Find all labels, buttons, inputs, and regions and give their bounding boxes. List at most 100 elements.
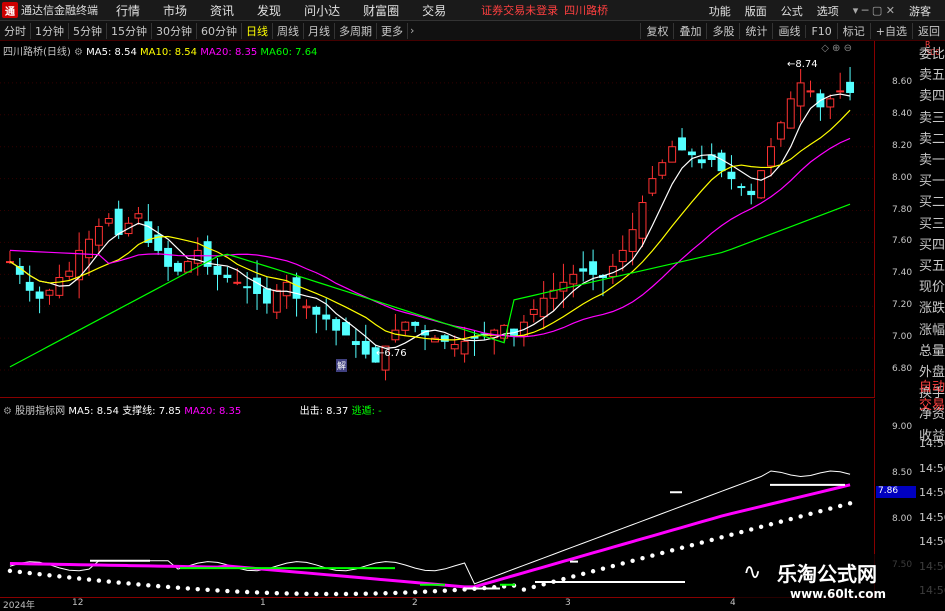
candle-body xyxy=(322,314,331,320)
mark-button[interactable]: 标记 xyxy=(836,23,870,39)
menu-gongneng[interactable]: 功能 xyxy=(709,3,731,19)
quote-label[interactable]: 外盘 xyxy=(919,365,945,380)
support-dot xyxy=(244,589,250,595)
watermark-logo-icon: ∿ xyxy=(743,559,762,585)
tick-time: 14:56 xyxy=(919,486,945,499)
quote-label[interactable]: 买一 xyxy=(919,174,945,189)
period-daily[interactable]: 日线 xyxy=(242,22,273,39)
candle-body xyxy=(164,247,173,267)
jie-marker[interactable]: 解 xyxy=(336,359,348,372)
candle-body xyxy=(579,268,588,272)
ma60-line xyxy=(9,203,851,368)
support-dot xyxy=(7,568,13,574)
multi-stock-button[interactable]: 多股 xyxy=(706,23,739,39)
overlay-button[interactable]: 叠加 xyxy=(673,23,706,39)
support-dot xyxy=(215,588,220,593)
menu-wenxiaoda[interactable]: 问小达 xyxy=(304,2,340,19)
support-dot xyxy=(76,576,82,581)
period-30min[interactable]: 30分钟 xyxy=(152,22,197,39)
support-dot xyxy=(719,535,724,540)
guest-label[interactable]: 游客 xyxy=(909,3,931,19)
low-price-marker: ←6.76 xyxy=(376,348,407,359)
support-dot xyxy=(630,558,635,564)
period-fenshi[interactable]: 分时 xyxy=(0,22,31,39)
quote-label[interactable]: 涨跌 xyxy=(919,301,945,316)
period-multi[interactable]: 多周期 xyxy=(335,22,377,39)
support-dot xyxy=(600,566,606,571)
candle-body xyxy=(262,288,271,304)
candle-body xyxy=(717,152,726,172)
support-dot xyxy=(699,540,705,545)
support-dot xyxy=(175,585,181,590)
quote-label[interactable]: 现价 xyxy=(919,280,945,295)
draw-line-button[interactable]: 画线 xyxy=(772,23,805,39)
menu-xuanxiang[interactable]: 选项 xyxy=(817,3,839,19)
candle-body xyxy=(134,213,143,219)
support-dot xyxy=(86,577,92,582)
period-15min[interactable]: 15分钟 xyxy=(107,22,152,39)
quote-label[interactable]: 自动 xyxy=(919,380,945,395)
period-monthly[interactable]: 月线 xyxy=(304,22,335,39)
f10-button[interactable]: F10 xyxy=(805,24,836,38)
menu-faxian[interactable]: 发现 xyxy=(257,2,281,19)
price-tick-label: 8.00 xyxy=(892,172,913,183)
quote-label[interactable]: 交易 xyxy=(919,398,945,413)
support-dot xyxy=(17,569,23,575)
date-label: 12 xyxy=(72,598,84,608)
tick-time: 14:56 xyxy=(919,510,945,524)
quote-label[interactable]: 卖一 xyxy=(919,153,945,168)
title-bar: 通 通达信金融终端 行情 市场 资讯 发现 问小达 财富圈 交易 证券交易未登录… xyxy=(0,0,945,21)
period-1min[interactable]: 1分钟 xyxy=(31,22,69,39)
support-dot xyxy=(778,519,784,524)
quote-label[interactable]: 卖二 xyxy=(919,132,945,147)
chevron-right-icon[interactable]: › xyxy=(410,24,414,37)
period-60min[interactable]: 60分钟 xyxy=(197,22,242,39)
support-dot xyxy=(798,514,803,519)
date-label: 1 xyxy=(260,598,266,608)
window-controls[interactable]: ▾ ─ ▢ ✕ xyxy=(853,4,895,17)
support-dot xyxy=(353,591,359,597)
quote-label[interactable]: 买二 xyxy=(919,195,945,210)
quote-label[interactable]: 卖五 xyxy=(919,68,945,83)
candle-body xyxy=(648,178,657,194)
menu-caifuquan[interactable]: 财富圈 xyxy=(363,2,399,19)
period-weekly[interactable]: 周线 xyxy=(273,22,304,39)
candle-body xyxy=(668,146,677,163)
menu-gongshi[interactable]: 公式 xyxy=(781,3,803,19)
support-dot xyxy=(531,584,536,590)
quote-label[interactable]: 总量 xyxy=(919,344,945,359)
stats-button[interactable]: 统计 xyxy=(739,23,772,39)
fuquan-button[interactable]: 复权 xyxy=(640,23,673,39)
candle-body xyxy=(243,286,252,289)
support-dot xyxy=(195,586,200,592)
menu-shichang[interactable]: 市场 xyxy=(163,2,187,19)
support-dot xyxy=(669,548,675,553)
add-watchlist-button[interactable]: +自选 xyxy=(869,23,912,39)
quote-label[interactable]: 买三 xyxy=(919,217,945,232)
quote-label[interactable]: 涨幅 xyxy=(919,323,945,338)
quote-label[interactable]: 买五 xyxy=(919,259,945,274)
price-tick-label: 7.40 xyxy=(892,268,913,279)
trade-login-warning[interactable]: 证券交易未登录 xyxy=(481,2,558,18)
menu-hangqing[interactable]: 行情 xyxy=(116,2,140,19)
period-more[interactable]: 更多 xyxy=(377,22,408,39)
menu-banmian[interactable]: 版面 xyxy=(745,3,767,19)
support-dot xyxy=(47,573,52,578)
menu-zixun[interactable]: 资讯 xyxy=(210,2,234,19)
support-dot xyxy=(116,580,121,585)
kline-chart[interactable] xyxy=(0,41,875,398)
quote-label[interactable]: 卖四 xyxy=(919,89,945,104)
support-dot xyxy=(225,588,230,594)
period-5min[interactable]: 5分钟 xyxy=(69,22,107,39)
support-dot xyxy=(808,511,813,516)
quote-label[interactable]: 委比 xyxy=(919,47,945,62)
quote-label[interactable]: 买四 xyxy=(919,238,945,253)
menu-jiaoyi[interactable]: 交易 xyxy=(422,2,446,19)
candle-body xyxy=(539,297,548,318)
back-button[interactable]: 返回 xyxy=(912,23,945,39)
support-dot xyxy=(847,501,853,506)
candle-body xyxy=(806,90,815,93)
support-dot xyxy=(679,545,685,550)
quote-label[interactable]: 卖三 xyxy=(919,111,945,126)
kline-panel[interactable]: 四川路桥(日线) ⚙ MA5: 8.54 MA10: 8.54 MA20: 8.… xyxy=(0,41,912,398)
